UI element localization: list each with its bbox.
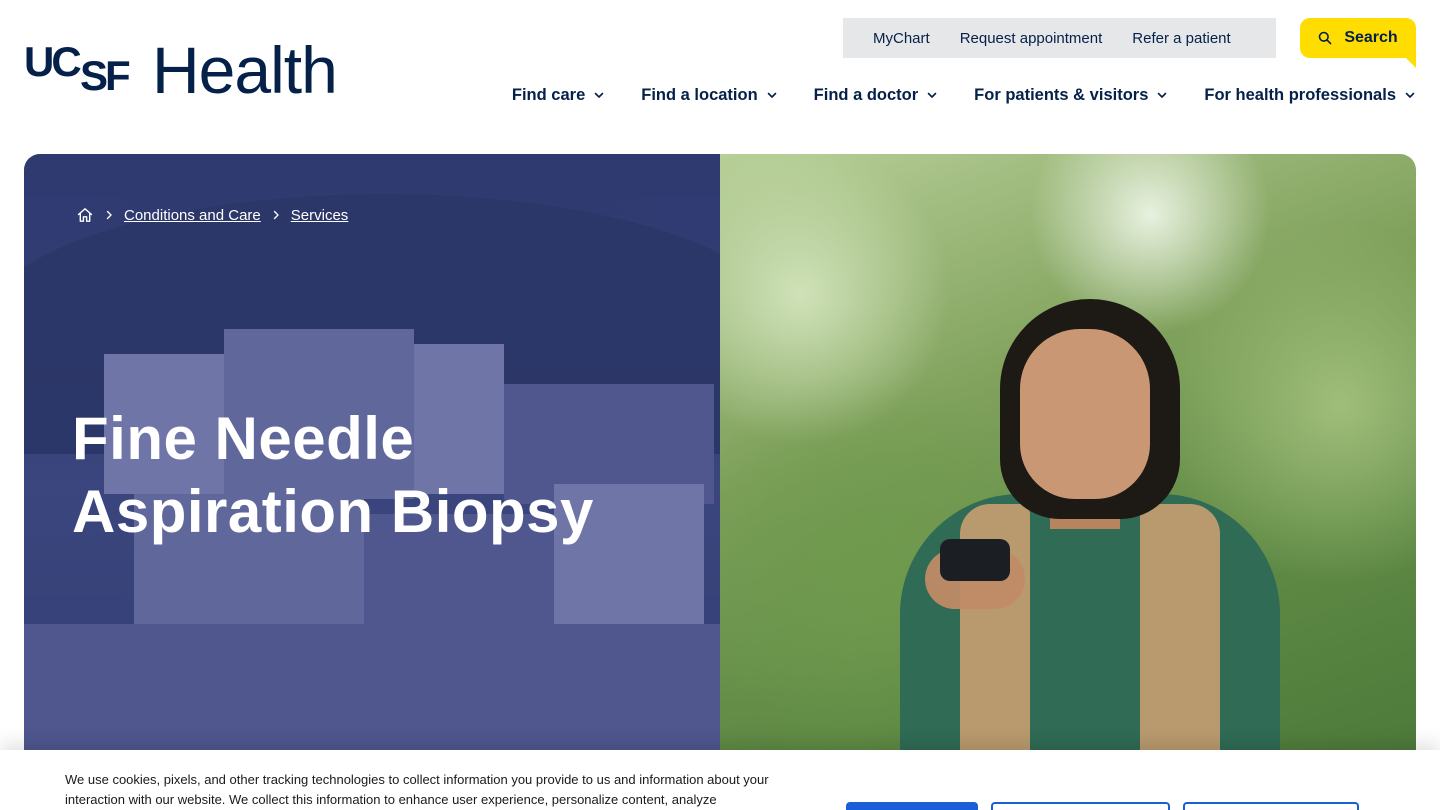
- request-appointment-link[interactable]: Request appointment: [960, 30, 1103, 47]
- cookie-banner-text: We use cookies, pixels, and other tracki…: [65, 772, 769, 807]
- nav-label: For patients & visitors: [974, 85, 1149, 104]
- nav-label: For health professionals: [1204, 85, 1396, 104]
- chevron-right-icon: [106, 210, 112, 220]
- nav-find-doctor[interactable]: Find a doctor: [814, 86, 939, 105]
- chevron-down-icon: [767, 92, 776, 98]
- chevron-down-icon: [927, 92, 937, 98]
- search-icon: [1319, 31, 1332, 45]
- cookie-secondary-button[interactable]: [991, 802, 1170, 810]
- ucsf-logo-mark: UC SF: [24, 39, 142, 101]
- breadcrumb: Conditions and Care Services: [76, 206, 348, 224]
- main-nav: Find care Find a location Find a doctor …: [512, 82, 1416, 108]
- person-face-shape: [1020, 329, 1150, 499]
- hero-banner: Conditions and Care Services Fine Needle…: [24, 154, 1416, 754]
- home-icon[interactable]: [76, 206, 94, 224]
- nav-label: Find care: [511, 85, 586, 104]
- mychart-link[interactable]: MyChart: [873, 30, 930, 47]
- breadcrumb-conditions-and-care[interactable]: Conditions and Care: [124, 207, 261, 224]
- refer-patient-link[interactable]: Refer a patient: [1132, 30, 1230, 47]
- person-vest-shape: [1140, 504, 1220, 754]
- chevron-down-icon: [1405, 92, 1415, 98]
- search-button[interactable]: Search: [1300, 18, 1416, 68]
- nav-label: Find a location: [641, 85, 758, 104]
- chevron-right-icon: [273, 210, 279, 220]
- person-body-shape: [900, 494, 1280, 754]
- nav-find-location[interactable]: Find a location: [641, 86, 777, 105]
- cookie-tertiary-button[interactable]: [1183, 802, 1359, 810]
- utility-nav: MyChart Request appointment Refer a pati…: [843, 18, 1276, 58]
- ucsf-health-logo[interactable]: UC SF Health: [24, 33, 354, 107]
- nav-label: Find a doctor: [813, 85, 919, 104]
- page-title-line-2: Aspiration Biopsy: [72, 478, 594, 545]
- page-title: Fine Needle Aspiration Biopsy: [72, 402, 672, 548]
- logo-wordmark: Health: [152, 33, 338, 107]
- chevron-down-icon: [1158, 92, 1167, 98]
- nav-patients-visitors[interactable]: For patients & visitors: [974, 86, 1168, 105]
- cookie-primary-button[interactable]: [846, 802, 978, 810]
- page-title-line-1: Fine Needle: [72, 405, 415, 472]
- cookie-consent-banner: We use cookies, pixels, and other tracki…: [0, 750, 1440, 810]
- site-header: UC SF Health MyChart Request appointment…: [0, 0, 1440, 154]
- chevron-down-icon: [594, 92, 604, 98]
- nav-find-care[interactable]: Find care: [512, 86, 605, 105]
- logo-uc: UC: [24, 38, 82, 85]
- search-label: Search: [1344, 29, 1398, 46]
- nav-health-professionals[interactable]: For health professionals: [1204, 86, 1416, 105]
- hero-campus-image: Conditions and Care Services Fine Needle…: [24, 154, 720, 754]
- logo-sf: SF: [80, 52, 131, 99]
- hero-photo-woman-with-binoculars: [720, 154, 1416, 754]
- binoculars-shape: [940, 539, 1010, 581]
- breadcrumb-services[interactable]: Services: [291, 207, 349, 224]
